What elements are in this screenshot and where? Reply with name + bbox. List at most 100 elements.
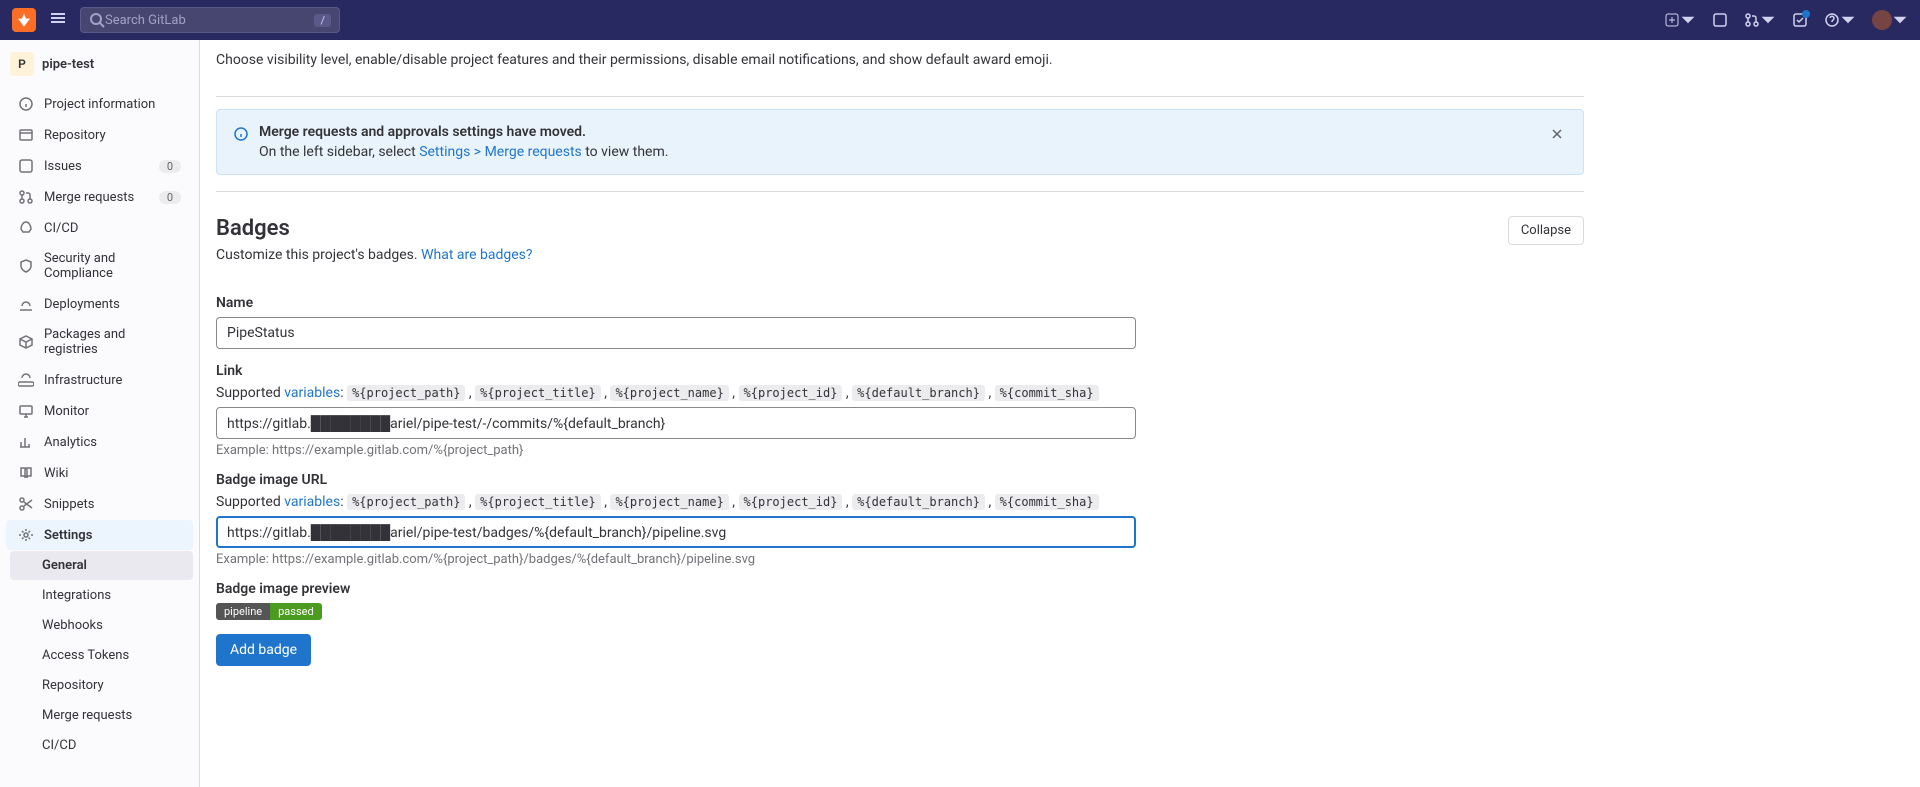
notification-dot: [1802, 10, 1810, 18]
divider: [216, 191, 1584, 192]
section-title-badges: Badges: [216, 216, 533, 241]
sidebar-item-packages[interactable]: Packages and registries: [6, 320, 193, 364]
sub-item-cicd[interactable]: CI/CD: [10, 731, 193, 760]
sidebar-item-label: Merge requests: [44, 190, 149, 205]
what-are-badges-link[interactable]: What are badges?: [421, 247, 532, 263]
collapse-button[interactable]: Collapse: [1508, 216, 1584, 245]
badge-preview: pipeline passed: [216, 603, 1584, 620]
sidebar-item-label: Infrastructure: [44, 373, 181, 388]
alert-title: Merge requests and approvals settings ha…: [259, 124, 1537, 140]
sidebar-item-label: Analytics: [44, 435, 181, 450]
variable-tag: %{project_name}: [610, 494, 728, 510]
sidebar-item-label: Issues: [44, 159, 149, 174]
link-input[interactable]: [216, 407, 1136, 439]
alert-text: On the left sidebar, select Settings > M…: [259, 144, 1537, 160]
hamburger-icon: [50, 10, 66, 26]
variable-tag: %{default_branch}: [852, 385, 985, 401]
analytics-icon: [18, 434, 34, 450]
sidebar-item-snippets[interactable]: Snippets: [6, 489, 193, 519]
sidebar-item-repository[interactable]: Repository: [6, 120, 193, 150]
gitlab-logo[interactable]: [12, 8, 36, 32]
search-box[interactable]: /: [80, 7, 340, 33]
variable-tag: %{project_path}: [347, 385, 465, 401]
add-badge-button[interactable]: Add badge: [216, 634, 311, 666]
sidebar-item-wiki[interactable]: Wiki: [6, 458, 193, 488]
merge-icon: [1744, 12, 1760, 28]
book-icon: [18, 465, 34, 481]
sidebar-item-monitor[interactable]: Monitor: [6, 396, 193, 426]
help-icon: [1824, 12, 1840, 28]
supported-vars-link: Supported variables: %{project_path} , %…: [216, 385, 1584, 401]
link-example: Example: https://example.gitlab.com/%{pr…: [216, 443, 1584, 458]
sub-item-merge-requests[interactable]: Merge requests: [10, 701, 193, 730]
repo-icon: [18, 127, 34, 143]
variable-tag: %{project_id}: [739, 494, 843, 510]
search-kbd-hint: /: [314, 14, 331, 27]
sidebar-item-analytics[interactable]: Analytics: [6, 427, 193, 457]
user-menu[interactable]: [1872, 10, 1908, 30]
badge-preview-right: passed: [270, 603, 322, 620]
monitor-icon: [18, 403, 34, 419]
sub-item-access-tokens[interactable]: Access Tokens: [10, 641, 193, 670]
variable-tag: %{project_id}: [739, 385, 843, 401]
sidebar-item-label: Deployments: [44, 297, 181, 312]
alert-close-button[interactable]: [1547, 124, 1567, 148]
sidebar: P pipe-test Project information Reposito…: [0, 40, 200, 787]
topbar: /: [0, 0, 1920, 40]
sidebar-item-project-info[interactable]: Project information: [6, 89, 193, 119]
chevron-down-icon: [1680, 12, 1696, 28]
sidebar-item-label: Monitor: [44, 404, 181, 419]
gear-icon: [18, 527, 34, 543]
todos-link[interactable]: [1792, 12, 1808, 28]
variable-tag: %{project_path}: [347, 494, 465, 510]
sidebar-item-merge-requests[interactable]: Merge requests 0: [6, 182, 193, 212]
infra-icon: [18, 372, 34, 388]
plus-menu[interactable]: [1664, 12, 1696, 28]
supported-vars-image: Supported variables: %{project_path} , %…: [216, 494, 1584, 510]
preview-label: Badge image preview: [216, 581, 1584, 597]
sidebar-item-label: CI/CD: [44, 221, 181, 236]
sidebar-item-security[interactable]: Security and Compliance: [6, 244, 193, 288]
name-input[interactable]: [216, 317, 1136, 349]
count-badge: 0: [159, 191, 181, 204]
plus-icon: [1664, 12, 1680, 28]
scissors-icon: [18, 496, 34, 512]
merge-icon: [18, 189, 34, 205]
count-badge: 0: [159, 160, 181, 173]
hamburger-menu[interactable]: [44, 4, 72, 36]
shield-icon: [18, 258, 34, 274]
variable-tag: %{project_name}: [610, 385, 728, 401]
variables-link[interactable]: variables: [284, 494, 340, 510]
sub-item-repository[interactable]: Repository: [10, 671, 193, 700]
info-icon: [18, 96, 34, 112]
section-desc: Customize this project's badges. What ar…: [216, 247, 533, 263]
sidebar-item-infrastructure[interactable]: Infrastructure: [6, 365, 193, 395]
sidebar-item-label: Snippets: [44, 497, 181, 512]
sub-item-integrations[interactable]: Integrations: [10, 581, 193, 610]
sidebar-item-issues[interactable]: Issues 0: [6, 151, 193, 181]
divider: [216, 96, 1584, 97]
name-label: Name: [216, 295, 1584, 311]
variable-tag: %{commit_sha}: [995, 385, 1099, 401]
info-icon: [233, 126, 249, 146]
sub-item-webhooks[interactable]: Webhooks: [10, 611, 193, 640]
sidebar-item-deployments[interactable]: Deployments: [6, 289, 193, 319]
badge-preview-left: pipeline: [216, 603, 270, 620]
rocket-icon: [18, 220, 34, 236]
sub-item-general[interactable]: General: [10, 551, 193, 580]
merge-requests-link[interactable]: [1744, 12, 1776, 28]
sidebar-item-settings[interactable]: Settings: [6, 520, 193, 550]
sidebar-item-cicd[interactable]: CI/CD: [6, 213, 193, 243]
link-label: Link: [216, 363, 1584, 379]
package-icon: [18, 334, 34, 350]
image-url-example: Example: https://example.gitlab.com/%{pr…: [216, 552, 1584, 567]
sidebar-item-label: Project information: [44, 97, 181, 112]
image-url-input[interactable]: [216, 516, 1136, 548]
help-menu[interactable]: [1824, 12, 1856, 28]
variables-link[interactable]: variables: [284, 385, 340, 401]
search-icon: [89, 12, 105, 28]
alert-link[interactable]: Settings > Merge requests: [419, 144, 582, 160]
issues-link[interactable]: [1712, 12, 1728, 28]
search-input[interactable]: [105, 13, 314, 28]
project-header[interactable]: P pipe-test: [0, 40, 199, 88]
